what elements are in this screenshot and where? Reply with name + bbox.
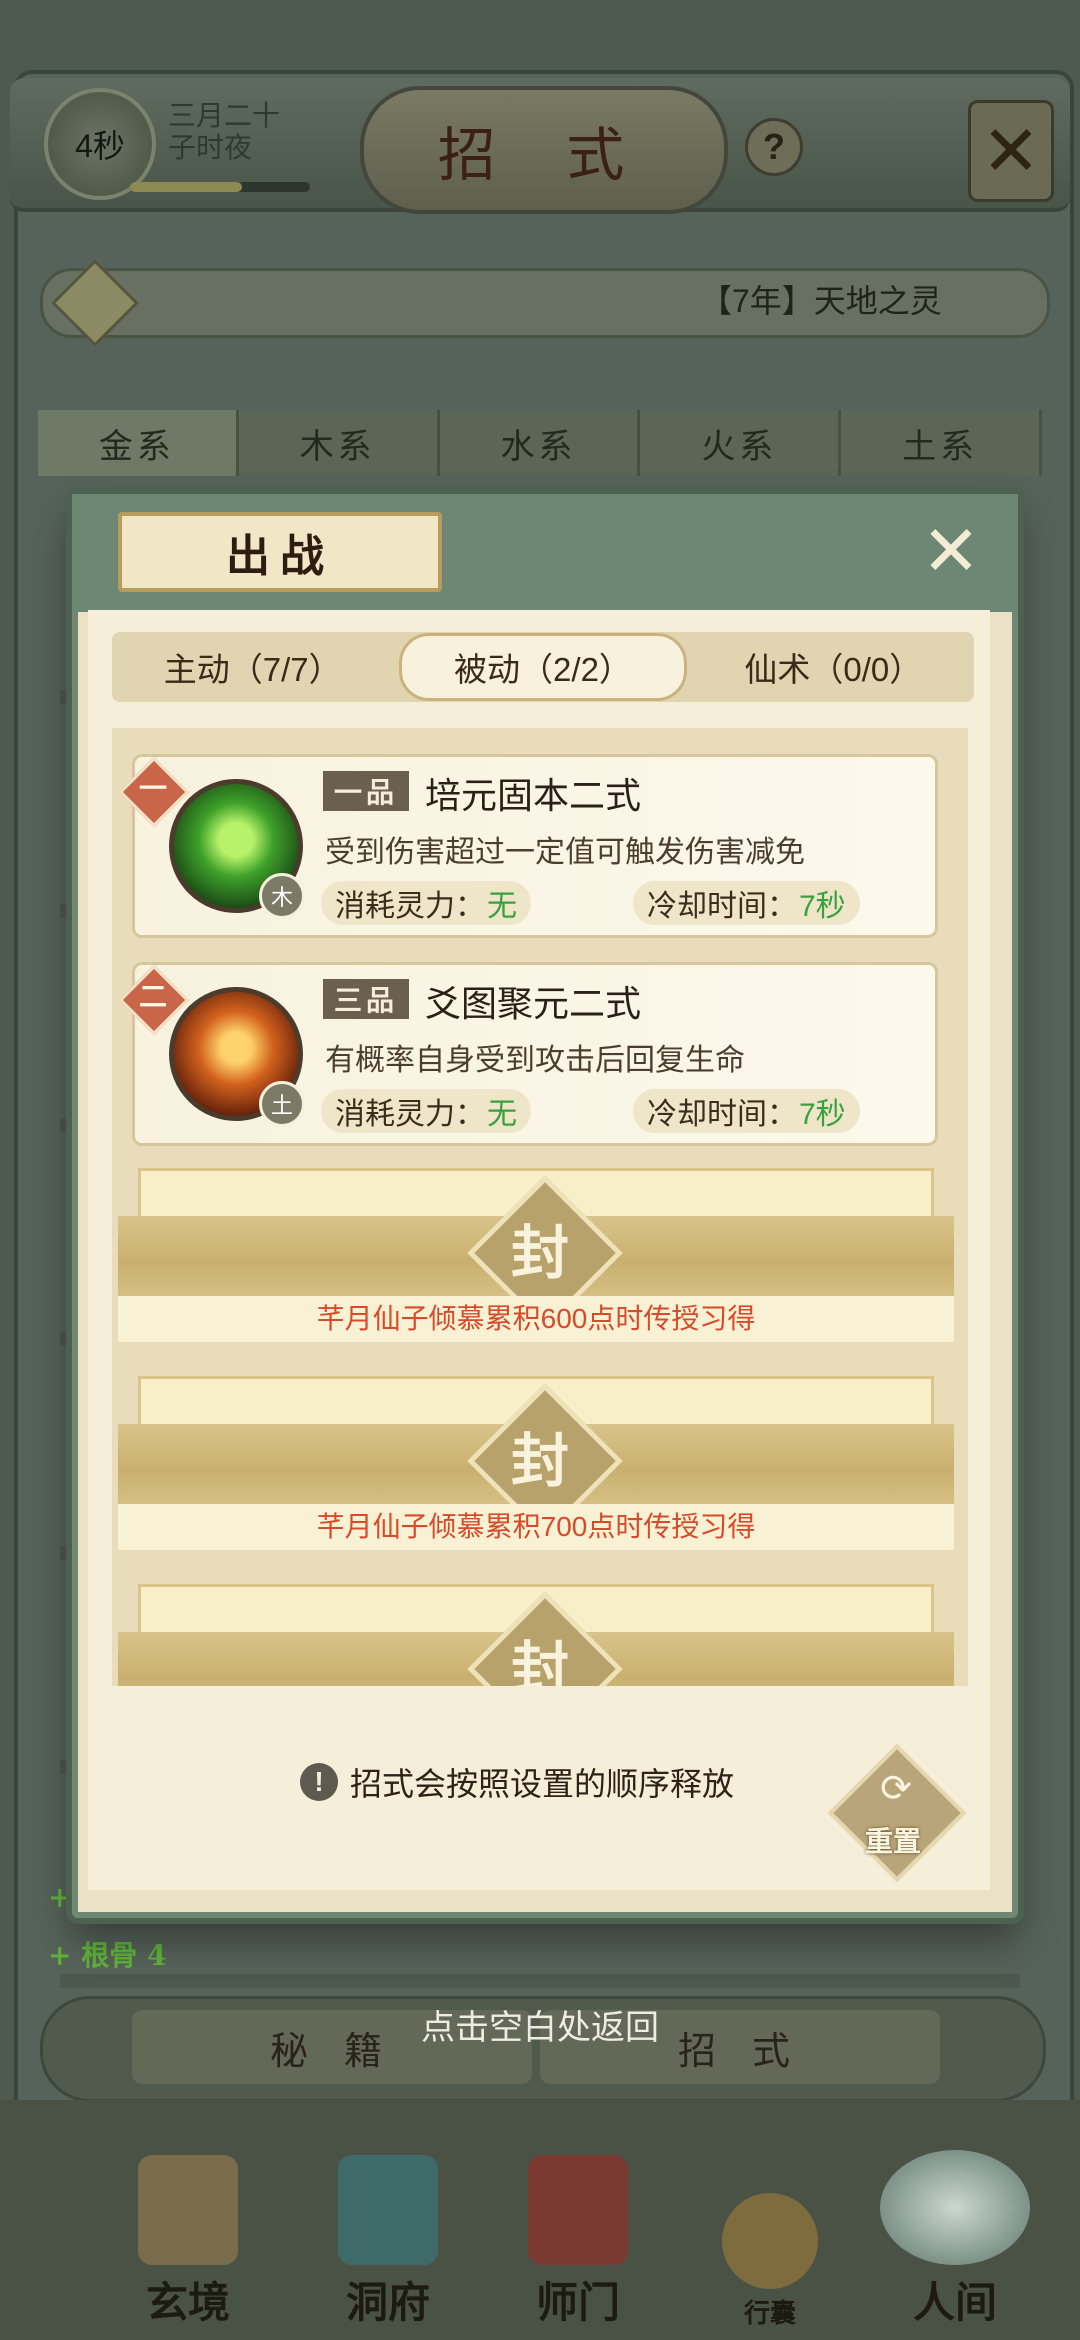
grade-badge: 一品	[323, 771, 409, 811]
skill-card[interactable]: 一 木 一品 培元固本二式 受到伤害超过一定值可触发伤害减免 消耗灵力： 无 冷…	[118, 754, 938, 938]
seal-char: 封	[510, 1635, 569, 1686]
time-progress-fill	[130, 182, 242, 192]
tip-text: 招式会按照设置的顺序释放	[350, 1766, 735, 1802]
order-number: 二	[138, 981, 167, 1012]
nav-label: 洞府	[345, 2278, 430, 2327]
tab-active-skills[interactable]: 主动（7/7）	[112, 636, 393, 698]
cooldown-value: 7秒	[799, 890, 846, 923]
order-number: 一	[138, 773, 167, 804]
cost-value: 无	[487, 1098, 517, 1131]
cooldown-label: 冷却时间：	[647, 1098, 797, 1131]
nav-label: 玄境	[145, 2278, 230, 2327]
seal-char: 封	[510, 1219, 569, 1287]
refresh-icon: ⟳	[880, 1768, 912, 1810]
cost-label: 消耗灵力：	[335, 1098, 485, 1131]
skill-description: 受到伤害超过一定值可触发伤害减免	[325, 836, 805, 869]
nav-renjian[interactable]: 人间	[870, 2150, 1040, 2330]
announcement-text: 【7年】天地之灵	[700, 283, 942, 319]
modal-title: 出战	[118, 512, 442, 592]
seal-char: 封	[510, 1427, 569, 1495]
tab-metal[interactable]: 金系	[38, 410, 239, 476]
nav-dongfu[interactable]: 洞府	[318, 2150, 458, 2330]
locked-skill-slot[interactable]: 封	[118, 1584, 954, 1686]
tab-water[interactable]: 水系	[439, 410, 641, 476]
page-title: 招 式	[360, 86, 728, 214]
locked-skill-slot[interactable]: 封 芊月仙子倾慕累积700点时传授习得	[118, 1376, 954, 1554]
tab-fire[interactable]: 火系	[640, 410, 842, 476]
nav-label: 人间	[912, 2278, 997, 2327]
scroll-icon	[138, 2155, 238, 2265]
unlock-condition: 芊月仙子倾慕累积700点时传授习得	[118, 1504, 954, 1550]
element-tabs: 金系 木系 水系 火系 土系	[38, 410, 1042, 476]
date-line-1: 三月二十	[168, 100, 281, 131]
nav-shimen[interactable]: 师门	[508, 2150, 648, 2330]
element-badge: 木	[259, 873, 305, 919]
date-line-2: 子时夜	[168, 132, 253, 163]
order-tip: ! 招式会按照设置的顺序释放	[300, 1758, 820, 1806]
tab-wood[interactable]: 木系	[238, 410, 440, 476]
cost-label: 消耗灵力：	[335, 890, 485, 923]
unlock-condition: 芊月仙子倾慕累积600点时传授习得	[118, 1296, 954, 1342]
cooldown-value: 7秒	[799, 1098, 846, 1131]
world-globe-icon	[880, 2150, 1030, 2265]
cost-value: 无	[487, 890, 517, 923]
nav-label: 行囊	[743, 2299, 796, 2329]
skill-card[interactable]: 二 土 三品 爻图聚元二式 有概率自身受到攻击后回复生命 消耗灵力： 无 冷却时…	[118, 962, 938, 1146]
skill-name: 培元固本二式	[425, 775, 642, 816]
close-icon[interactable]: ✕	[968, 100, 1054, 202]
nav-label: 师门	[535, 2278, 620, 2327]
tap-to-return-hint[interactable]: 点击空白处返回	[0, 2000, 1080, 2049]
nav-xingnang[interactable]: 行囊	[700, 2150, 840, 2330]
attribute-constitution: + 根骨 4	[48, 1939, 167, 1972]
skill-description: 有概率自身受到攻击后回复生命	[325, 1044, 745, 1077]
grade-badge: 三品	[323, 979, 409, 1019]
cooldown: 冷却时间： 7秒	[633, 881, 860, 925]
bag-icon	[722, 2193, 818, 2289]
spirit-cost: 消耗灵力： 无	[321, 1089, 531, 1133]
game-date: 三月二十 子时夜	[168, 100, 308, 164]
tab-passive-skills[interactable]: 被动（2/2）	[399, 633, 687, 701]
close-icon[interactable]: ✕	[920, 516, 982, 586]
info-icon: !	[300, 1763, 338, 1801]
cooldown: 冷却时间： 7秒	[633, 1089, 860, 1133]
tab-immortal-arts[interactable]: 仙术（0/0）	[693, 636, 974, 698]
cooldown-label: 冷却时间：	[647, 890, 797, 923]
spirit-cost: 消耗灵力： 无	[321, 881, 531, 925]
skill-slot-list[interactable]: 一 木 一品 培元固本二式 受到伤害超过一定值可触发伤害减免 消耗灵力： 无 冷…	[112, 728, 968, 1686]
question-icon[interactable]: ?	[745, 118, 803, 176]
nav-xuanjing[interactable]: 玄境	[118, 2150, 258, 2330]
pavilion-icon	[338, 2155, 438, 2265]
skill-name: 爻图聚元二式	[425, 983, 642, 1024]
tab-earth[interactable]: 土系	[841, 410, 1042, 476]
reset-label: 重置	[864, 1825, 921, 1858]
locked-skill-slot[interactable]: 封 芊月仙子倾慕累积600点时传授习得	[118, 1168, 954, 1346]
skill-type-tabs: 主动（7/7） 被动（2/2） 仙术（0/0）	[112, 632, 974, 702]
element-badge: 土	[259, 1081, 305, 1127]
banner-icon	[528, 2155, 628, 2265]
